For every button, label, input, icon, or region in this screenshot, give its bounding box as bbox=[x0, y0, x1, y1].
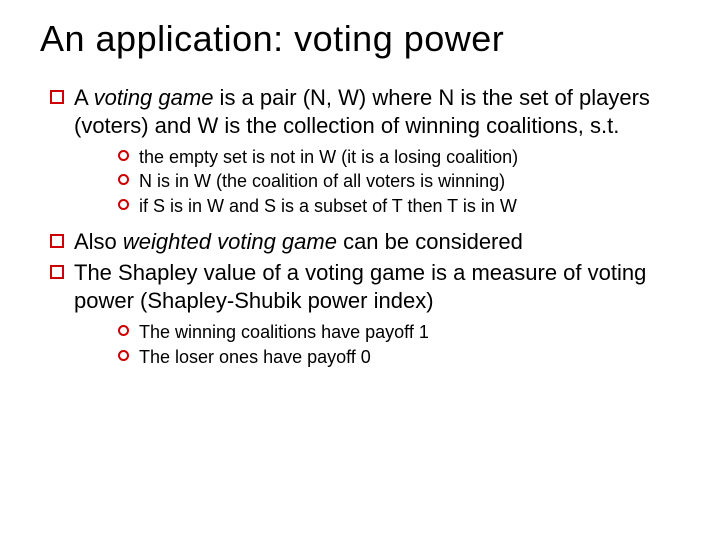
sub-bullet-text: if S is in W and S is a subset of T then… bbox=[139, 194, 680, 218]
sub-bullet-text: The winning coalitions have payoff 1 bbox=[139, 320, 680, 344]
circle-bullet-icon bbox=[118, 199, 129, 210]
circle-bullet-icon bbox=[118, 325, 129, 336]
sub-bullet-text: the empty set is not in W (it is a losin… bbox=[139, 145, 680, 169]
text-suffix: can be considered bbox=[337, 229, 523, 254]
text-prefix: Also bbox=[74, 229, 123, 254]
slide-title: An application: voting power bbox=[40, 18, 680, 60]
sublist-payoffs: The winning coalitions have payoff 1 The… bbox=[118, 320, 680, 369]
square-bullet-icon bbox=[50, 265, 64, 279]
bullet-text: A voting game is a pair (N, W) where N i… bbox=[74, 84, 680, 139]
text-em: weighted voting game bbox=[123, 229, 337, 254]
square-bullet-icon bbox=[50, 234, 64, 248]
text-em: voting game bbox=[94, 85, 214, 110]
bullet-weighted-game: Also weighted voting game can be conside… bbox=[40, 228, 680, 256]
sub-bullet: the empty set is not in W (it is a losin… bbox=[118, 145, 680, 169]
sub-bullet: The loser ones have payoff 0 bbox=[118, 345, 680, 369]
circle-bullet-icon bbox=[118, 150, 129, 161]
sublist-conditions: the empty set is not in W (it is a losin… bbox=[118, 145, 680, 218]
square-bullet-icon bbox=[50, 90, 64, 104]
sub-bullet: N is in W (the coalition of all voters i… bbox=[118, 169, 680, 193]
circle-bullet-icon bbox=[118, 350, 129, 361]
circle-bullet-icon bbox=[118, 174, 129, 185]
bullet-voting-game-def: A voting game is a pair (N, W) where N i… bbox=[40, 84, 680, 139]
text-prefix: A bbox=[74, 85, 94, 110]
bullet-text: The Shapley value of a voting game is a … bbox=[74, 259, 680, 314]
sub-bullet: The winning coalitions have payoff 1 bbox=[118, 320, 680, 344]
bullet-shapley: The Shapley value of a voting game is a … bbox=[40, 259, 680, 314]
sub-bullet: if S is in W and S is a subset of T then… bbox=[118, 194, 680, 218]
bullet-text: Also weighted voting game can be conside… bbox=[74, 228, 680, 256]
sub-bullet-text: The loser ones have payoff 0 bbox=[139, 345, 680, 369]
sub-bullet-text: N is in W (the coalition of all voters i… bbox=[139, 169, 680, 193]
